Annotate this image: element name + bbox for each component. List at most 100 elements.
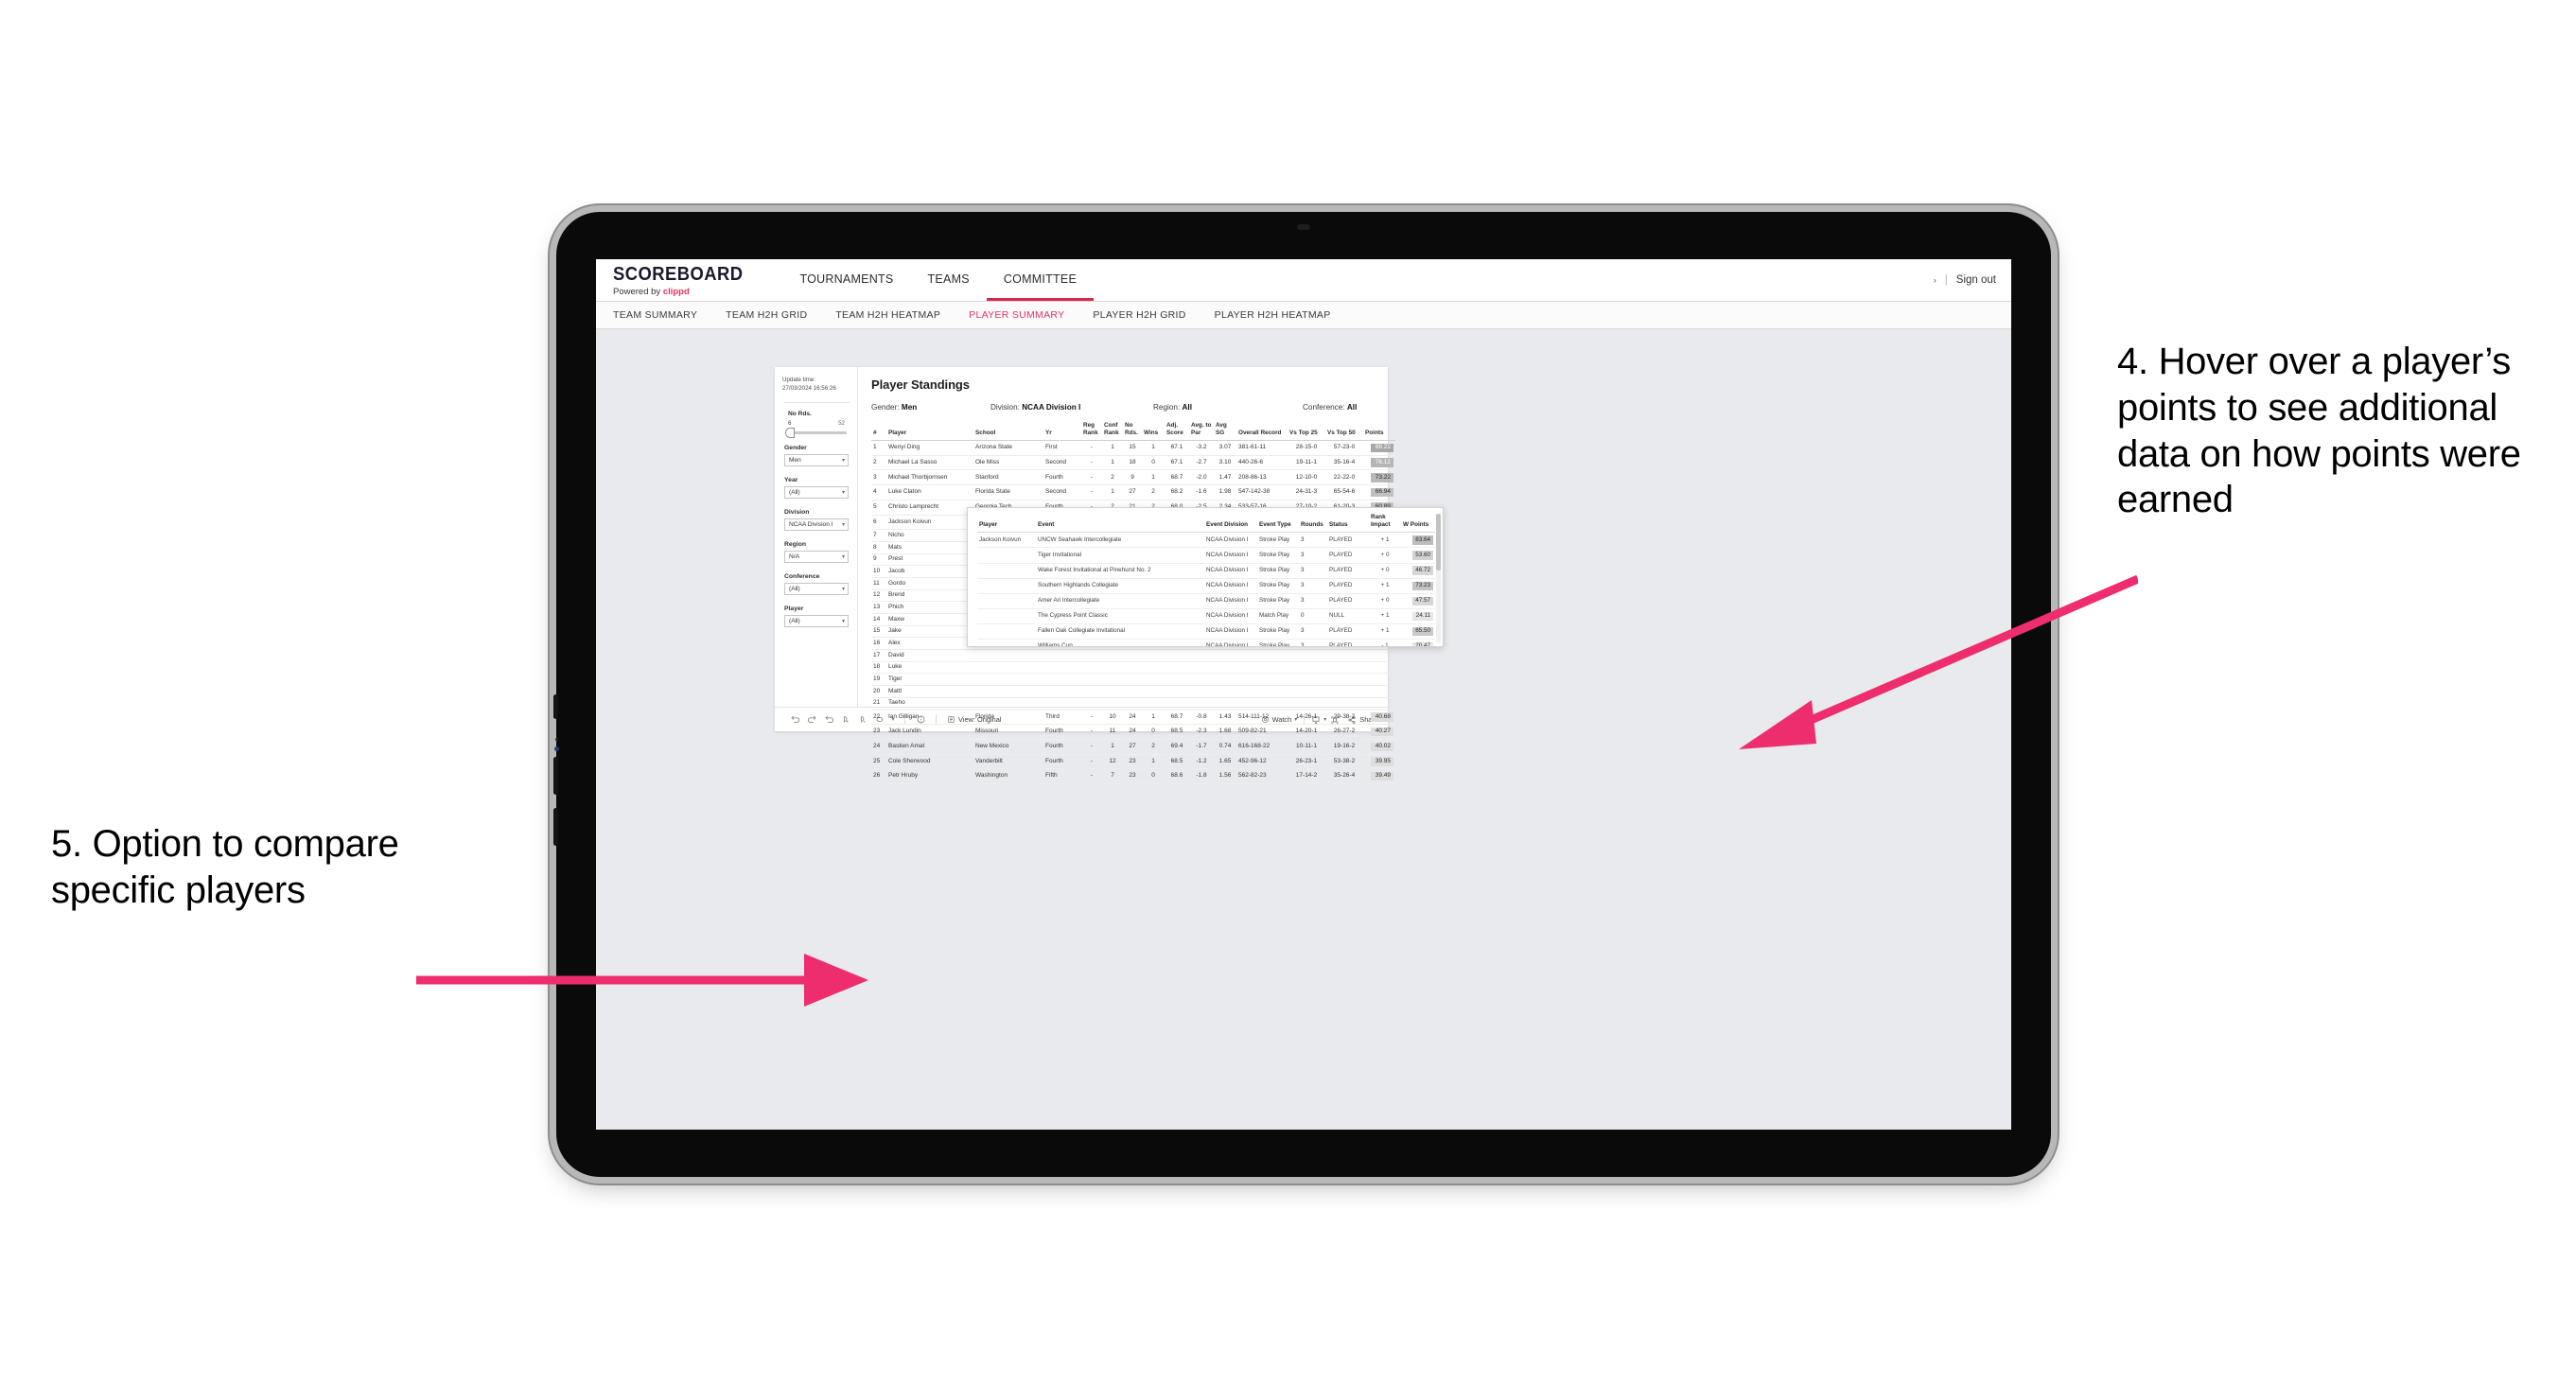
redo-icon[interactable] — [803, 711, 820, 728]
col-wins[interactable]: Wins — [1142, 421, 1165, 442]
undo-icon[interactable] — [786, 711, 803, 728]
points-value[interactable]: 66.94 — [1371, 487, 1393, 498]
tooltip-cell-points: 53.60 — [1401, 547, 1435, 564]
col-points[interactable]: Points — [1363, 421, 1395, 442]
tooltip-scrollbar[interactable] — [1436, 514, 1441, 642]
tooltip-player-name — [977, 563, 1036, 579]
no-rounds-slider-track[interactable] — [785, 427, 847, 438]
table-row[interactable]: 2 Michael La Sasso Ole Miss Second -1 18 0 67.1… — [871, 455, 1395, 471]
table-row[interactable]: 20 Mattl — [871, 685, 1395, 698]
col-conf-rank[interactable]: Conf Rank — [1102, 421, 1123, 442]
volume-down-button[interactable] — [553, 808, 558, 846]
points-value[interactable]: 39.49 — [1371, 771, 1393, 781]
cell-points[interactable] — [1363, 673, 1395, 687]
cell-points[interactable] — [1363, 685, 1395, 698]
tooltip-cell-status: PLAYED — [1327, 547, 1369, 564]
tooltip-scrollbar-thumb[interactable] — [1436, 514, 1441, 570]
cell-points[interactable]: 40.68 — [1363, 710, 1395, 726]
col-reg-rank[interactable]: Reg Rank — [1081, 421, 1102, 442]
table-row[interactable]: 22 Ian Gilligan Florida Third -10 24 1 68.7 -0.8… — [871, 710, 1395, 726]
brand-logo[interactable]: SCOREBOARD Powered by clippd — [596, 259, 767, 301]
filter-gender-select[interactable]: Men ▾ — [784, 453, 849, 466]
tab-team-h2h-heatmap[interactable]: TEAM H2H HEATMAP — [835, 309, 955, 321]
col-overall-record[interactable]: Overall Record — [1236, 421, 1288, 442]
cell-par — [1189, 673, 1214, 687]
cell-n: 8 — [871, 541, 886, 554]
no-rounds-filter[interactable]: No Rds. 6 52 — [782, 411, 851, 438]
tab-player-h2h-grid[interactable]: PLAYER H2H GRID — [1093, 309, 1200, 321]
cell-points[interactable]: 40.27 — [1363, 724, 1395, 740]
tt-col-player: Player — [977, 514, 1036, 534]
cell-points[interactable] — [1363, 697, 1395, 711]
tooltip-body: Jackson Koivun UNCW Seahawk Intercollegia… — [977, 532, 1435, 646]
filter-region-select[interactable]: N/A ▾ — [784, 550, 849, 563]
cell-points[interactable]: 66.94 — [1363, 484, 1395, 500]
filter-year-select[interactable]: (All) ▾ — [784, 485, 849, 499]
volume-up-button[interactable] — [553, 757, 558, 795]
col-year[interactable]: Yr — [1043, 421, 1081, 442]
cell-overall — [1236, 697, 1288, 711]
col-avg-to-par[interactable]: Avg. to Par — [1189, 421, 1214, 442]
cell-points[interactable]: 76.12 — [1363, 455, 1395, 471]
col-vs-top-50[interactable]: Vs Top 50 — [1325, 421, 1363, 442]
points-value[interactable]: 40.68 — [1371, 712, 1393, 722]
tab-player-h2h-heatmap[interactable]: PLAYER H2H HEATMAP — [1215, 309, 1346, 321]
pause-auto-update-icon[interactable] — [854, 711, 871, 728]
cell-points[interactable] — [1363, 649, 1395, 662]
points-value[interactable]: 39.95 — [1371, 757, 1393, 766]
cell-overall — [1236, 685, 1288, 698]
col-adj-score[interactable]: Adj. Score — [1165, 421, 1189, 442]
tooltip-cell-event: Amer Ari Intercollegiate — [1036, 593, 1204, 609]
points-value[interactable]: 76.12 — [1371, 458, 1393, 467]
cell-adj: 68.5 — [1165, 724, 1189, 740]
table-row[interactable]: 26 Petr Hruby Washington Fifth -7 23 0 68.6 -1.8… — [871, 768, 1395, 784]
table-row[interactable]: 17 David — [871, 649, 1395, 662]
col-no-rounds[interactable]: No Rds. — [1123, 421, 1142, 442]
cell-points[interactable] — [1363, 661, 1395, 675]
table-row[interactable]: 3 Michael Thorbjornsen Stanford Fourth -2 9 1 6… — [871, 469, 1395, 486]
chevron-down-icon: ▾ — [841, 618, 845, 624]
cell-points[interactable]: 39.49 — [1363, 768, 1395, 784]
tab-team-summary[interactable]: TEAM SUMMARY — [613, 309, 712, 321]
nav-teams[interactable]: TEAMS — [911, 259, 987, 301]
points-value[interactable]: 40.27 — [1371, 727, 1393, 737]
table-row[interactable]: 25 Cole Sherwood Vanderbilt Fourth -12 23 1 68.… — [871, 754, 1395, 770]
revert-icon[interactable] — [820, 711, 837, 728]
table-row[interactable]: 4 Luke Claton Florida State Second -1 27 2 68.2… — [871, 484, 1395, 500]
nav-tournaments[interactable]: TOURNAMENTS — [782, 259, 910, 301]
cell-overall: 562-82-23 — [1236, 768, 1288, 784]
sign-out-link[interactable]: Sign out — [1956, 274, 1996, 286]
table-row[interactable]: 24 Bastien Amat New Mexico Fourth -1 27 2 69.4-… — [871, 739, 1395, 755]
cell-points[interactable]: 39.95 — [1363, 754, 1395, 770]
brand-title: SCOREBOARD — [613, 263, 744, 285]
col-avg-sg[interactable]: Avg SG — [1214, 421, 1236, 442]
filter-player-select[interactable]: (All) ▾ — [784, 614, 849, 627]
col-rank[interactable]: # — [871, 421, 886, 442]
cell-points[interactable]: 88.22 — [1363, 440, 1395, 456]
filter-division-select[interactable]: NCAA Division I ▾ — [784, 518, 849, 531]
table-row[interactable]: 21 Taeho — [871, 697, 1395, 711]
col-school[interactable]: School — [973, 421, 1043, 442]
cell-wins: 1 — [1142, 754, 1165, 770]
table-row[interactable]: 23 Jack Lundin Missouri Fourth -11 24 0 68.5 -2.… — [871, 724, 1395, 740]
no-rounds-slider-handle[interactable] — [785, 427, 795, 438]
nav-committee[interactable]: COMMITTEE — [986, 259, 1095, 301]
tab-player-summary[interactable]: PLAYER SUMMARY — [969, 309, 1079, 321]
power-button[interactable] — [553, 694, 558, 719]
tooltip-points-value: 53.60 — [1412, 551, 1433, 560]
cell-points[interactable]: 40.02 — [1363, 739, 1395, 755]
points-value[interactable]: 40.02 — [1371, 742, 1393, 751]
col-vs-top-25[interactable]: Vs Top 25 — [1288, 421, 1325, 442]
table-row[interactable]: 1 Wenyi Ding Arizona State First -1 15 1 67.1 -3… — [871, 440, 1395, 456]
table-row[interactable]: 19 Tiger — [871, 673, 1395, 687]
tab-team-h2h-grid[interactable]: TEAM H2H GRID — [726, 309, 822, 321]
points-value[interactable]: 88.22 — [1371, 443, 1393, 453]
col-player[interactable]: Player — [886, 421, 973, 442]
filter-conference-select[interactable]: (All) ▾ — [784, 582, 849, 595]
refresh-icon[interactable] — [837, 711, 854, 728]
points-value[interactable]: 73.22 — [1371, 473, 1393, 482]
cell-points[interactable]: 73.22 — [1363, 469, 1395, 486]
table-row[interactable]: 18 Luke — [871, 661, 1395, 675]
filter-division-label: Division — [784, 508, 810, 516]
chevron-right-icon[interactable]: › — [1934, 275, 1936, 285]
